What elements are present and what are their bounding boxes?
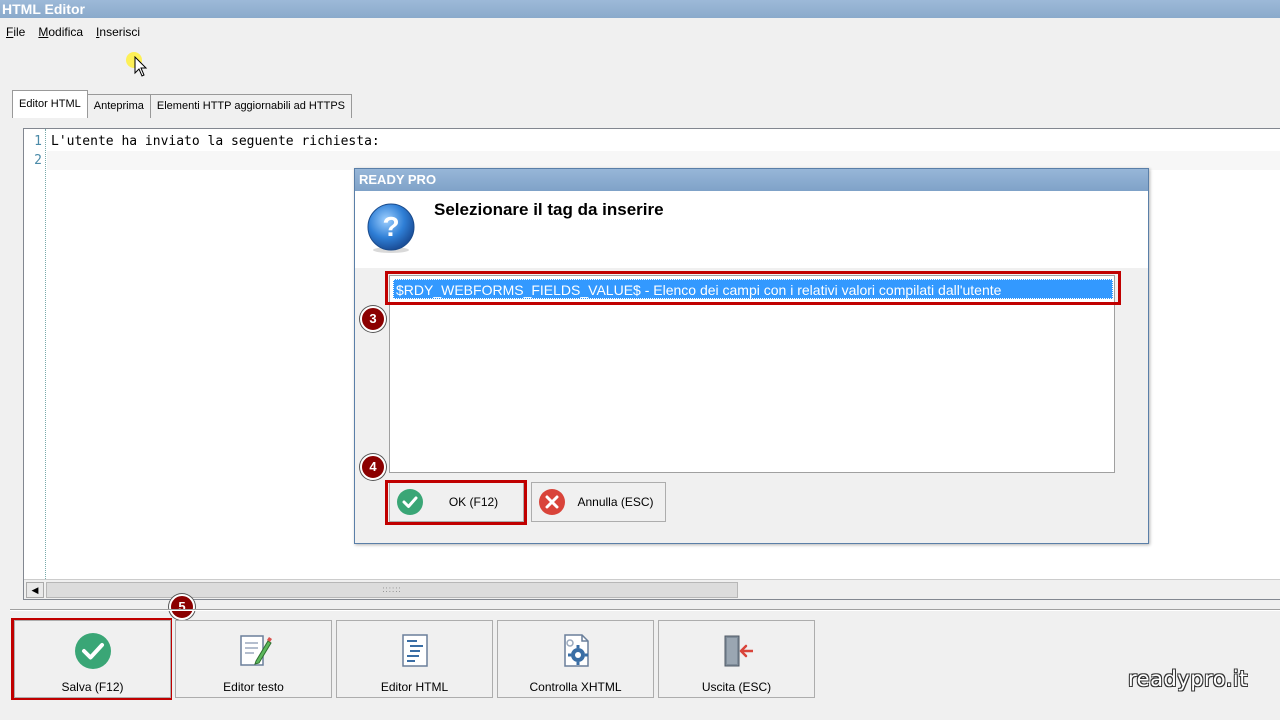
scroll-left-icon[interactable]: ◀ xyxy=(26,582,44,598)
html-editor-label: Editor HTML xyxy=(380,680,449,694)
cancel-icon xyxy=(539,489,565,515)
menu-file[interactable]: File xyxy=(6,22,25,42)
exit-label: Uscita (ESC) xyxy=(701,680,772,694)
question-icon: ? xyxy=(367,203,415,253)
step-badge-4: 4 xyxy=(360,454,386,480)
line-number-gutter: 1 2 xyxy=(24,129,46,579)
toolbar-separator xyxy=(10,609,1280,611)
menu-inserisci[interactable]: Inserisci xyxy=(96,22,140,42)
code-text[interactable]: L'utente ha inviato la seguente richiest… xyxy=(51,132,380,151)
line-number: 1 xyxy=(34,134,42,149)
text-editor-button[interactable]: Editor testo xyxy=(175,620,332,698)
highlight-listitem xyxy=(385,271,1121,305)
edit-document-icon xyxy=(239,635,272,666)
code-line: L'utente ha inviato la seguente richiest… xyxy=(51,134,380,149)
html-document-icon xyxy=(401,634,428,667)
save-button[interactable]: Salva (F12) xyxy=(14,620,171,698)
menu-bar: File Modifica Inserisci xyxy=(0,22,140,42)
check-xhtml-button[interactable]: Controlla XHTML xyxy=(497,620,654,698)
mouse-pointer-icon xyxy=(134,56,148,77)
tab-anteprima[interactable]: Anteprima xyxy=(86,94,151,118)
dialog-heading: Selezionare il tag da inserire xyxy=(434,200,664,219)
step-badge-3: 3 xyxy=(360,306,386,332)
menu-modifica[interactable]: Modifica xyxy=(38,22,83,42)
check-icon xyxy=(74,633,111,669)
tab-editor-html[interactable]: Editor HTML xyxy=(12,90,88,118)
gear-document-icon xyxy=(563,634,589,667)
text-editor-label: Editor testo xyxy=(223,680,284,694)
tab-bar: Editor HTML Anteprima Elementi HTTP aggi… xyxy=(12,90,352,118)
exit-door-icon xyxy=(724,635,753,667)
cancel-button[interactable]: Annulla (ESC) xyxy=(531,482,666,522)
html-editor-button[interactable]: Editor HTML xyxy=(336,620,493,698)
tab-elementi-http[interactable]: Elementi HTTP aggiornabili ad HTTPS xyxy=(149,94,352,118)
exit-button[interactable]: Uscita (ESC) xyxy=(658,620,815,698)
save-label: Salva (F12) xyxy=(61,680,124,694)
window-title: HTML Editor xyxy=(0,0,1280,18)
cancel-label: Annulla (ESC) xyxy=(577,495,654,509)
scroll-thumb[interactable]: :::::: xyxy=(46,582,738,598)
horizontal-scrollbar[interactable]: ◀ :::::: xyxy=(24,579,1280,599)
highlight-ok-button xyxy=(385,480,527,525)
dialog-title: READY PRO xyxy=(355,169,1148,191)
dialog-header: ? Selezionare il tag da inserire xyxy=(355,191,1148,268)
watermark: readypro.it xyxy=(1128,667,1248,691)
step-badge-5: 5 xyxy=(169,594,195,620)
line-number: 2 xyxy=(34,153,42,168)
svg-text:?: ? xyxy=(382,211,399,242)
check-xhtml-label: Controlla XHTML xyxy=(529,680,622,694)
